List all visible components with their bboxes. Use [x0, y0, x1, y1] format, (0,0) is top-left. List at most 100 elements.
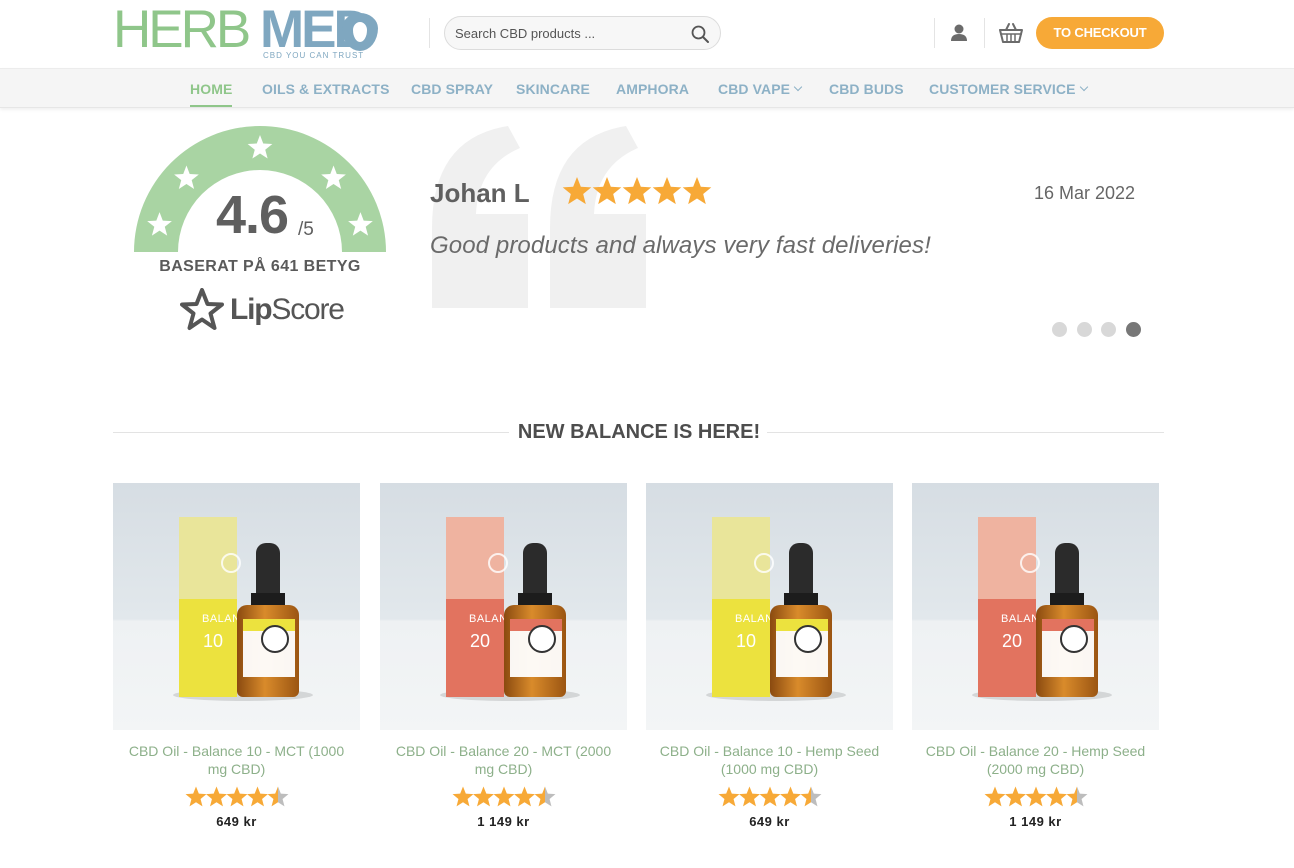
header-divider — [984, 18, 985, 48]
logo-herb-text: HERB — [113, 0, 251, 59]
bottle-cap — [1055, 543, 1079, 599]
nav-item-home[interactable]: HOME — [190, 69, 233, 109]
lipscore-lip: Lip — [230, 293, 273, 326]
dropper-bottle — [500, 543, 570, 697]
star-icon — [246, 786, 268, 807]
review-text: Good products and always very fast deliv… — [430, 232, 931, 259]
product-price: 1 149 kr — [1009, 814, 1062, 829]
star-icon — [718, 786, 739, 807]
product-box: BALANCE 10 — [179, 517, 256, 697]
mct-seal-icon — [1060, 625, 1088, 653]
star-icon — [592, 177, 622, 205]
star-icon — [493, 786, 514, 807]
nav-item-label: CBD SPRAY — [411, 81, 494, 97]
dropper-bottle — [1032, 543, 1102, 697]
site-header: HERB MED CBD YOU CAN TRUST TO CHECKOUT — [0, 0, 1294, 68]
product-card[interactable]: BALANCE 10 CBD Oil - Balance 10 - Hemp See… — [646, 483, 893, 829]
product-name[interactable]: CBD Oil - Balance 20 - Hemp Seed (2000 m… — [912, 742, 1159, 778]
bottle-cap — [523, 543, 547, 599]
product-rating-stars-icon — [452, 786, 555, 807]
box-number: 20 — [470, 631, 491, 651]
product-image[interactable]: BALANCE 10 — [646, 483, 893, 730]
nav-item-cbd-vape[interactable]: CBD VAPE — [718, 69, 803, 109]
star-icon — [472, 786, 494, 807]
carousel-dot[interactable] — [1101, 322, 1116, 337]
star-icon — [1066, 786, 1087, 807]
review-date: 16 Mar 2022 — [1034, 183, 1136, 203]
lipscore-logo: LipScore — [180, 288, 350, 332]
checkout-button[interactable]: TO CHECKOUT — [1036, 17, 1164, 49]
product-image[interactable]: BALANCE 20 — [380, 483, 627, 730]
carousel-dot[interactable] — [1052, 322, 1067, 337]
product-card[interactable]: BALANCE 10 CBD Oil - Balance 10 - MCT (100… — [113, 483, 360, 829]
star-icon — [779, 786, 801, 807]
product-box: BALANCE 20 — [446, 517, 523, 697]
star-icon — [682, 177, 712, 205]
user-icon[interactable] — [948, 22, 970, 44]
reviewer-name: Johan L — [430, 178, 530, 208]
product-rating-stars-icon — [718, 786, 821, 807]
search-box — [444, 16, 721, 50]
rating-out-of: /5 — [298, 219, 314, 240]
search-input[interactable] — [455, 17, 685, 49]
dropper-bottle — [233, 543, 303, 697]
drop-icon — [342, 13, 378, 51]
product-name[interactable]: CBD Oil - Balance 10 - MCT (1000 mg CBD) — [113, 742, 360, 778]
nav-item-customer-service[interactable]: CUSTOMER SERVICE — [929, 69, 1088, 109]
star-icon — [1045, 786, 1067, 807]
product-image[interactable]: BALANCE 10 — [113, 483, 360, 730]
box-number: 10 — [736, 631, 757, 651]
product-rating-stars-icon — [984, 786, 1087, 807]
star-icon — [622, 177, 652, 205]
carousel-dot[interactable] — [1125, 322, 1141, 337]
nav-item-cbd-buds[interactable]: CBD BUDS — [829, 69, 904, 109]
product-name[interactable]: CBD Oil - Balance 20 - MCT (2000 mg CBD) — [380, 742, 627, 778]
nav-item-skincare[interactable]: SKINCARE — [516, 69, 590, 109]
nav-item-label: CBD VAPE — [718, 81, 791, 97]
star-icon — [452, 786, 473, 807]
product-price: 649 kr — [749, 814, 790, 829]
nav-item-amphora[interactable]: AMPHORA — [616, 69, 689, 109]
lipscore-star-icon — [180, 288, 224, 330]
mct-seal-icon — [528, 625, 556, 653]
product-image[interactable]: BALANCE 20 — [912, 483, 1159, 730]
review-stars-icon — [562, 177, 712, 205]
star-icon — [1004, 786, 1026, 807]
chevron-down-icon — [793, 82, 803, 92]
nav-item-label: OILS & EXTRACTS — [262, 81, 390, 97]
nav-item-cbd-spray[interactable]: CBD SPRAY — [411, 69, 493, 109]
cart-icon[interactable] — [998, 21, 1024, 45]
product-name[interactable]: CBD Oil - Balance 10 - Hemp Seed (1000 m… — [646, 742, 893, 778]
star-icon — [205, 786, 227, 807]
star-icon — [562, 177, 592, 205]
section-title: NEW BALANCE IS HERE! — [517, 421, 761, 443]
search-icon[interactable] — [690, 24, 710, 44]
main-nav: HOME OILS & EXTRACTS CBD SPRAY SKINCARE … — [0, 68, 1294, 108]
nav-item-oils-extracts[interactable]: OILS & EXTRACTS — [262, 69, 390, 109]
star-icon — [267, 786, 288, 807]
star-icon — [1025, 786, 1046, 807]
carousel-dot[interactable] — [1076, 322, 1092, 337]
nav-item-label: AMPHORA — [616, 81, 690, 97]
header-divider — [934, 18, 935, 48]
lipscore-rating-badge[interactable]: 4.6 /5 BASERAT PÅ 641 BETYG LipScore — [130, 126, 390, 346]
chevron-down-icon — [1079, 82, 1088, 92]
dropper-bottle — [766, 543, 836, 697]
rating-score: 4.6 — [216, 185, 289, 245]
header-divider — [429, 18, 430, 48]
product-card[interactable]: BALANCE 20 CBD Oil - Balance 20 - Hemp See… — [912, 483, 1159, 829]
product-box: BALANCE 10 — [712, 517, 789, 697]
lipscore-wordmark: LipScore — [230, 293, 345, 327]
product-box: BALANCE 20 — [978, 517, 1055, 697]
product-card[interactable]: BALANCE 20 CBD Oil - Balance 20 - MCT (200… — [380, 483, 627, 829]
rating-count-label: BASERAT PÅ 641 BETYG — [159, 258, 361, 275]
product-rating-stars-icon — [185, 786, 288, 807]
bottle-cap — [789, 543, 813, 599]
nav-item-label: HOME — [190, 81, 233, 97]
star-icon — [534, 786, 555, 807]
herbmed-logo[interactable]: HERB MED CBD YOU CAN TRUST — [113, 0, 383, 62]
box-number: 10 — [203, 631, 224, 651]
nav-item-label: CBD BUDS — [829, 81, 904, 97]
mct-seal-icon — [794, 625, 822, 653]
mct-seal-icon — [261, 625, 289, 653]
